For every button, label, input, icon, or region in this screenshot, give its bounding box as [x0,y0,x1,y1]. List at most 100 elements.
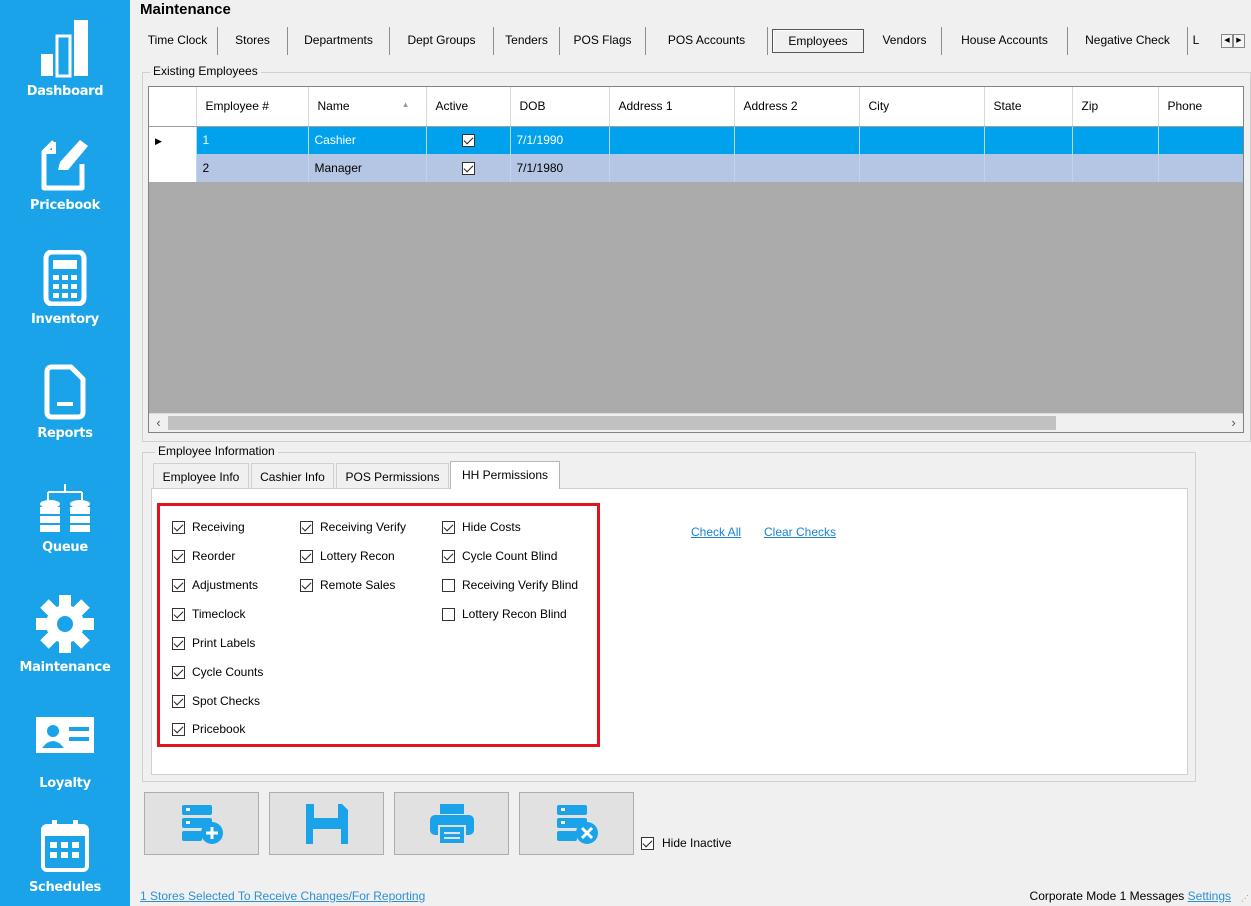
perm-checkbox[interactable] [300,520,313,534]
tab-dept-groups[interactable]: Dept Groups [390,27,494,55]
tab-pos-flags[interactable]: POS Flags [560,27,646,55]
scroll-left-arrow-icon[interactable]: ‹ [150,415,167,432]
cell-employee-no[interactable]: 1 [196,126,309,154]
hide-inactive-checkbox[interactable] [641,836,654,850]
column-header-state[interactable]: State [984,87,1073,127]
cell-city[interactable] [859,154,985,182]
table-row[interactable]: 2 Manager 7/1/1980 [149,154,1243,182]
perm-cycle-count-blind[interactable]: Cycle Count Blind [442,549,557,563]
perm-print-labels[interactable]: Print Labels [172,636,255,650]
clear-checks-link[interactable]: Clear Checks [764,525,836,539]
save-button[interactable] [269,792,384,855]
perm-checkbox[interactable] [300,578,313,592]
perm-checkbox[interactable] [172,636,185,650]
sidebar-item-queue[interactable]: Queue [0,482,130,555]
perm-checkbox[interactable] [172,578,185,592]
sidebar-item-loyalty[interactable]: Loyalty [0,716,130,791]
tab-departments[interactable]: Departments [288,27,390,55]
row-selector[interactable] [149,154,197,182]
cell-name[interactable]: Cashier [308,126,427,154]
table-row[interactable]: ▶ 1 Cashier 7/1/1990 [149,126,1243,154]
tab-employees[interactable]: Employees [772,29,864,53]
column-header-employee-no[interactable]: Employee # [196,87,309,127]
cell-zip[interactable] [1072,126,1159,154]
active-checkbox[interactable] [461,134,475,148]
column-header-zip[interactable]: Zip [1072,87,1159,127]
cell-address2[interactable] [734,126,860,154]
resize-grip-icon[interactable]: ⋰ [1241,894,1249,903]
perm-receiving-verify-blind[interactable]: Receiving Verify Blind [442,578,578,592]
delete-employee-button[interactable] [519,792,634,855]
column-header-name[interactable]: Name ▲ [308,87,427,127]
tab-hh-permissions[interactable]: HH Permissions [450,461,560,489]
cell-dob[interactable]: 7/1/1980 [510,154,610,182]
perm-checkbox[interactable] [172,549,185,563]
cell-zip[interactable] [1072,154,1159,182]
perm-checkbox[interactable] [442,549,455,563]
sidebar-item-pricebook[interactable]: Pricebook [0,134,130,213]
column-header-dob[interactable]: DOB [510,87,610,127]
active-checkbox[interactable] [461,162,475,176]
sidebar-item-schedules[interactable]: Schedules [0,818,130,895]
perm-hide-costs[interactable]: Hide Costs [442,520,521,534]
perm-checkbox[interactable] [442,520,455,534]
perm-receiving[interactable]: Receiving [172,520,245,534]
column-header-address1[interactable]: Address 1 [609,87,735,127]
employees-grid[interactable]: Employee # Name ▲ Active DOB Address 1 Ad… [148,86,1244,433]
column-header-city[interactable]: City [859,87,985,127]
perm-checkbox[interactable] [172,722,185,736]
perm-checkbox[interactable] [172,694,185,708]
cell-city[interactable] [859,126,985,154]
settings-link[interactable]: Settings [1188,889,1231,903]
sidebar-item-dashboard[interactable]: Dashboard [0,18,130,99]
perm-checkbox[interactable] [442,578,455,592]
cell-address1[interactable] [609,126,735,154]
check-all-link[interactable]: Check All [691,525,741,539]
cell-active[interactable] [426,126,511,154]
tab-pos-accounts[interactable]: POS Accounts [646,27,768,55]
tab-pos-permissions[interactable]: POS Permissions [336,463,449,488]
sidebar-item-inventory[interactable]: Inventory [0,250,130,327]
messages-text[interactable]: 1 Messages [1120,889,1185,903]
perm-pricebook[interactable]: Pricebook [172,722,245,736]
perm-checkbox[interactable] [300,549,313,563]
cell-phone[interactable] [1158,126,1243,154]
print-button[interactable] [394,792,509,855]
cell-active[interactable] [426,154,511,182]
tab-employee-info[interactable]: Employee Info [153,463,249,488]
column-header-phone[interactable]: Phone [1158,87,1243,127]
stores-selected-link[interactable]: 1 Stores Selected To Receive Changes/For… [140,889,425,903]
cell-state[interactable] [984,154,1073,182]
tab-tenders[interactable]: Tenders [494,27,560,55]
cell-address1[interactable] [609,154,735,182]
add-employee-button[interactable] [144,792,259,855]
perm-checkbox[interactable] [172,607,185,621]
cell-name[interactable]: Manager [308,154,427,182]
cell-address2[interactable] [734,154,860,182]
perm-checkbox[interactable] [172,665,185,679]
tab-truncated[interactable]: L [1188,27,1204,55]
tab-negative-check[interactable]: Negative Check [1068,27,1188,55]
sidebar-item-reports[interactable]: Reports [0,364,130,441]
tab-scroll-left-button[interactable]: ◀ [1221,34,1233,48]
column-header-active[interactable]: Active [426,87,511,127]
perm-checkbox[interactable] [442,607,455,621]
tab-vendors[interactable]: Vendors [868,27,942,55]
horizontal-scrollbar[interactable]: ‹ › [149,413,1243,432]
perm-receiving-verify[interactable]: Receiving Verify [300,520,406,534]
cell-state[interactable] [984,126,1073,154]
tab-cashier-info[interactable]: Cashier Info [251,463,334,488]
tab-stores[interactable]: Stores [218,27,288,55]
cell-phone[interactable] [1158,154,1243,182]
perm-remote-sales[interactable]: Remote Sales [300,578,395,592]
perm-lottery-recon[interactable]: Lottery Recon [300,549,395,563]
perm-timeclock[interactable]: Timeclock [172,607,246,621]
tab-time-clock[interactable]: Time Clock [138,27,218,55]
perm-reorder[interactable]: Reorder [172,549,235,563]
scroll-right-arrow-icon[interactable]: › [1225,415,1242,432]
perm-checkbox[interactable] [172,520,185,534]
perm-adjustments[interactable]: Adjustments [172,578,258,592]
row-selector[interactable]: ▶ [149,126,197,154]
column-header-address2[interactable]: Address 2 [734,87,860,127]
sidebar-item-maintenance[interactable]: Maintenance [0,594,130,675]
